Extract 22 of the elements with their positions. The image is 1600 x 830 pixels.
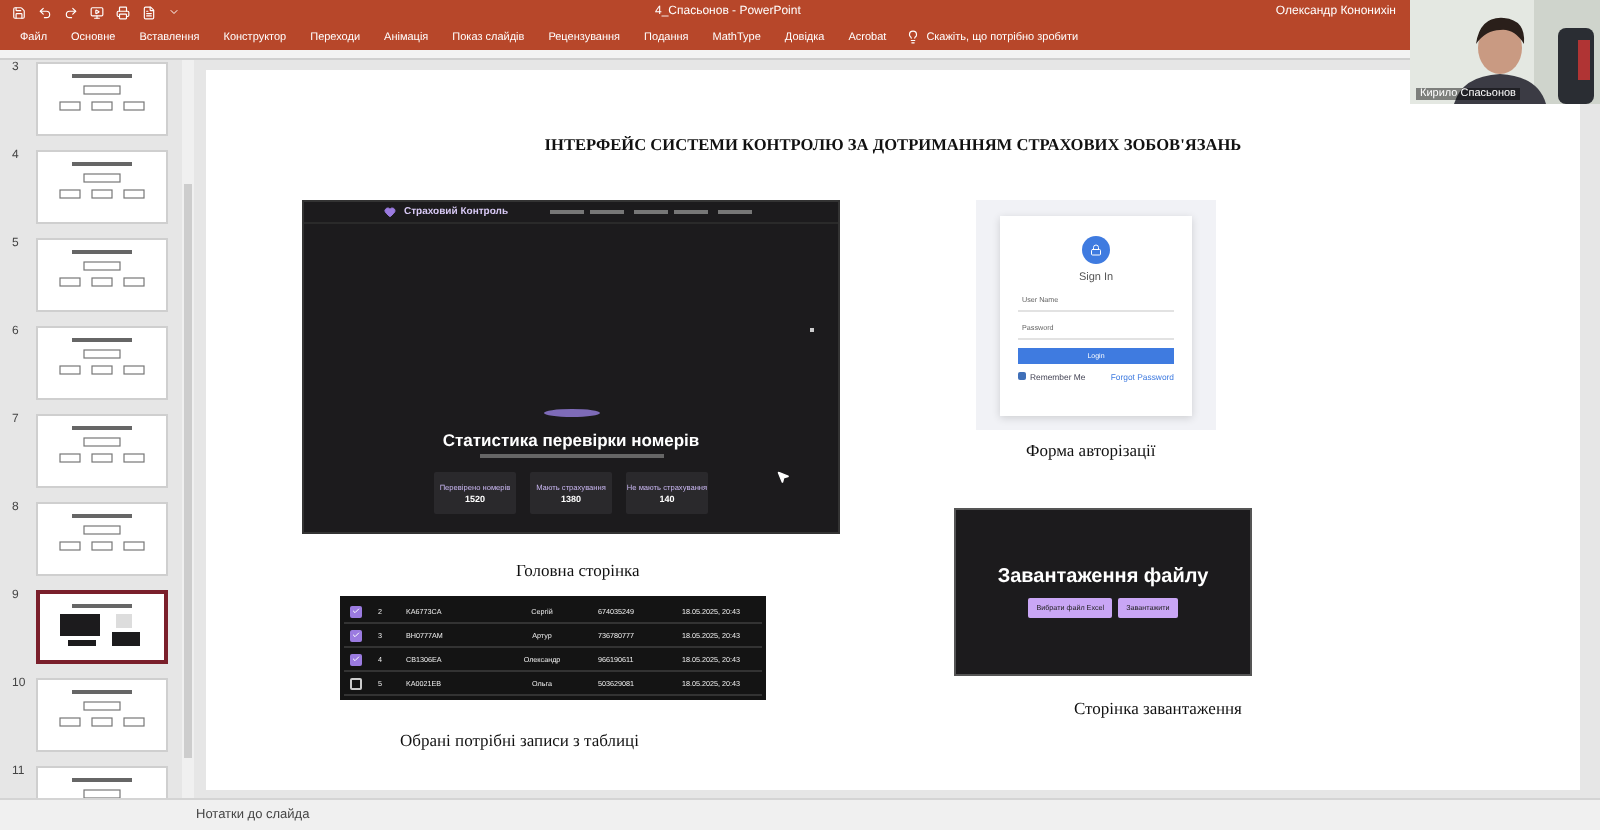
slide-thumbnail[interactable] bbox=[36, 590, 168, 664]
heart-icon bbox=[384, 206, 396, 218]
slide-title: ІНТЕРФЕЙС СИСТЕМИ КОНТРОЛЮ ЗА ДОТРИМАННЯМ СТРАХОВИХ ЗОБОВ'ЯЗАНЬ bbox=[542, 136, 1244, 154]
undo-icon[interactable] bbox=[38, 5, 52, 19]
row-checkbox[interactable] bbox=[350, 677, 362, 689]
table-caption: Обрані потрібні записи з таблиці bbox=[400, 730, 639, 750]
lock-avatar bbox=[1082, 235, 1110, 263]
upload-heading: Завантаження файлу bbox=[997, 566, 1209, 588]
document-icon[interactable] bbox=[142, 5, 156, 19]
print-icon[interactable] bbox=[116, 5, 130, 19]
remember-checkbox[interactable] bbox=[1018, 372, 1026, 380]
cursor-icon bbox=[776, 470, 790, 484]
wave-drawing bbox=[541, 408, 601, 418]
home-caption: Головна сторінка bbox=[516, 560, 640, 580]
stats-heading: Статистика перевірки номерів bbox=[442, 430, 700, 450]
login-caption: Форма авторізації bbox=[1026, 440, 1156, 460]
save-icon[interactable] bbox=[12, 5, 26, 19]
upload-caption: Сторінка завантаження bbox=[1074, 698, 1242, 718]
scrollbar[interactable] bbox=[182, 60, 194, 798]
redo-icon[interactable] bbox=[64, 5, 78, 19]
lightbulb-icon bbox=[906, 30, 921, 44]
presentation-icon[interactable] bbox=[90, 5, 104, 19]
